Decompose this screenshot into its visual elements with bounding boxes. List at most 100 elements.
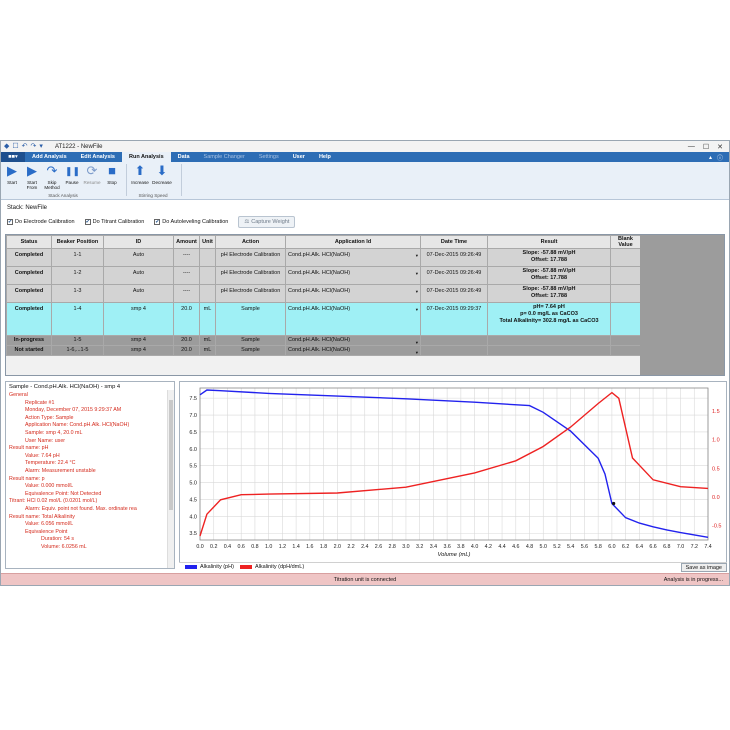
chevron-down-icon[interactable]: ▾ [416,289,418,295]
increase-button[interactable]: ⬆ Increase [129,164,151,186]
application-id-value: Cond.pH.Alk. HCl(NaOH) [288,270,351,276]
x-tick-label: 5.6 [581,544,588,550]
skip-method-button[interactable]: ↷ Skip Method [43,163,61,191]
stack-grid: Status Beaker Position ID Amount Unit Action A… [6,235,641,356]
status-cell: Completed [6,284,52,303]
quick-access-toolbar: ◆ ☐ ↶ ↷ ▾ [1,142,43,151]
titration-chart: 3.5 4.0 4.5 5.0 5.5 6.0 6.5 7.0 7.5 -0.5 0.0 0.5 1.0… [179,381,727,569]
minimize-button[interactable]: — [688,143,695,151]
checkbox-box[interactable]: ✔ [84,219,91,225]
tab-add-analysis[interactable]: Add Analysis [25,152,74,162]
tab-edit-analysis[interactable]: Edit Analysis [74,152,122,162]
action-cell: Sample [215,345,286,356]
scrollbar-thumb[interactable] [169,400,173,510]
help-icon[interactable]: ⓘ [717,153,723,162]
x-tick-label: 4.6 [512,544,519,550]
table-row[interactable]: Completed 1-1 Auto ---- pH Electrode Calibra… [6,248,641,267]
plot-area-frame [199,387,709,541]
x-tick-label: 6.0 [608,544,615,550]
collapse-ribbon-icon[interactable]: ▴ [709,154,712,161]
app-icon[interactable]: ◆ [4,142,9,151]
details-line: Result name: p [9,475,45,482]
y-right-tick-label: 1.0 [712,438,720,444]
equivalence-point-marker [612,501,616,506]
x-tick-label: 0.2 [210,544,217,550]
result-line: Offset: 17.788 [530,275,568,281]
chevron-down-icon[interactable]: ▾ [416,350,418,355]
capture-weight-button[interactable]: ⚖ Capture Weight [238,216,296,228]
position-cell: 1-4 [51,302,104,336]
application-id-select[interactable]: Cond.pH.Alk. HCl(NaOH) ▾ [285,345,421,356]
file-menu-button[interactable]: ■■▾ [1,152,25,162]
chevron-down-icon[interactable]: ▾ [416,253,418,259]
details-line: Titrant: HCl 0.02 mol/L (0.0201 mol/L) [9,498,98,505]
pause-button[interactable]: ❚❚ Pause [63,164,81,185]
datetime-cell: 07-Dec-2015 09:26:49 [420,266,488,285]
application-id-select[interactable]: Cond.pH.Alk. HCl(NaOH) ▾ [285,248,421,267]
maximize-button[interactable]: ☐ [703,143,709,151]
start-from-button[interactable]: ▶ Start From [23,164,41,191]
table-row[interactable]: Completed 1-4 smp 4 20.0 mL Sample Cond.pH.Alk… [6,302,641,336]
checkbox-do-autoleveling-calibration[interactable]: ✔ Do Autoleveling Calibration [154,219,228,225]
chevron-down-icon[interactable]: ▾ [416,307,418,313]
checkbox-do-electrode-calibration[interactable]: ✔ Do Electrode Calibration [7,219,75,225]
table-row[interactable]: Not started 1-6,...1-5 smp 4 20.0 mL Sample Co… [6,345,641,356]
table-row[interactable]: Completed 1-3 Auto ---- pH Electrode Calibra… [6,284,641,303]
details-line: Result name: Total Alkalinity [9,513,75,520]
save-icon[interactable]: ☐ [12,142,18,151]
column-header: Date Time [420,235,488,249]
y-left-tick-label: 7.0 [189,413,197,419]
application-id-select[interactable]: Cond.pH.Alk. HCl(NaOH) ▾ [285,335,421,346]
application-id-select[interactable]: Cond.pH.Alk. HCl(NaOH) ▾ [285,266,421,285]
status-cell: Not started [6,345,52,356]
tab-run-analysis[interactable]: Run Analysis [121,152,171,162]
application-id-select[interactable]: Cond.pH.Alk. HCl(NaOH) ▾ [285,302,421,336]
position-cell: 1-3 [51,284,104,303]
column-header: Action [215,235,286,249]
x-tick-label: 2.4 [361,544,368,550]
checkbox-do-titrant-calibration[interactable]: ✔ Do Titrant Calibration [84,219,144,225]
legend-swatch-blue [185,565,197,569]
save-as-image-button[interactable]: Save as image [680,562,727,572]
details-scrollbar[interactable] [167,390,174,568]
redo-icon[interactable]: ↷ [31,142,37,151]
undo-icon[interactable]: ↶ [22,142,28,151]
derivative-series-line [199,391,709,537]
tab-settings: Settings [258,154,279,160]
x-tick-label: 6.6 [649,544,656,550]
stop-button[interactable]: ■ Stop [103,164,121,186]
close-button[interactable]: ✕ [717,143,723,151]
x-tick-label: 6.2 [622,544,629,550]
table-row[interactable]: In-progress 1-5 smp 4 20.0 mL Sample Cond.pH.A… [6,335,641,346]
result-cell: Slope: -57.88 mV/pH Offset: 17.788 [487,266,611,285]
y-right-tick-label: 0.0 [712,495,720,501]
decrease-button[interactable]: ⬇ Decrease [151,164,173,186]
application-id-value: Cond.pH.Alk. HCl(NaOH) [288,337,351,343]
start-button[interactable]: ▶ Start [3,164,21,186]
blank-value-cell [610,345,641,356]
amount-cell: 20.0 [173,302,200,336]
result-line: Slope: -57.88 mV/pH [522,286,576,292]
ribbon-panel: ▶ Start ▶ Start From ↷ Skip Method ❚❚ Pause ⟳ Res… [1,162,729,200]
amount-cell: 20.0 [173,345,200,356]
tab-data[interactable]: Data [171,152,197,162]
customize-icon[interactable]: ▾ [39,142,43,151]
table-row[interactable]: Completed 1-2 Auto ---- pH Electrode Calibra… [6,266,641,285]
id-cell: Auto [103,284,174,303]
checkbox-box[interactable]: ✔ [154,219,161,225]
application-id-select[interactable]: Cond.pH.Alk. HCl(NaOH) ▾ [285,284,421,303]
chevron-down-icon[interactable]: ▾ [416,271,418,277]
tab-user[interactable]: User [286,152,312,162]
details-line: Action Type: Sample [25,414,74,421]
tab-help[interactable]: Help [312,152,338,162]
id-cell: Auto [103,248,174,267]
skip-icon: ↷ [46,163,58,178]
x-tick-label: 4.4 [498,544,505,550]
resume-button[interactable]: ⟳ Resume [83,164,101,186]
application-id-value: Cond.pH.Alk. HCl(NaOH) [288,306,351,312]
checkbox-box[interactable]: ✔ [7,219,13,225]
unit-cell [199,266,216,285]
sample-details-panel: Sample - Cond.pH.Alk. HCl(NaOH) - smp 4 … [5,381,175,569]
table-header-row: Status Beaker Position ID Amount Unit Action A… [6,235,641,249]
status-bar: Titration unit is connected Analysis is … [1,573,729,585]
